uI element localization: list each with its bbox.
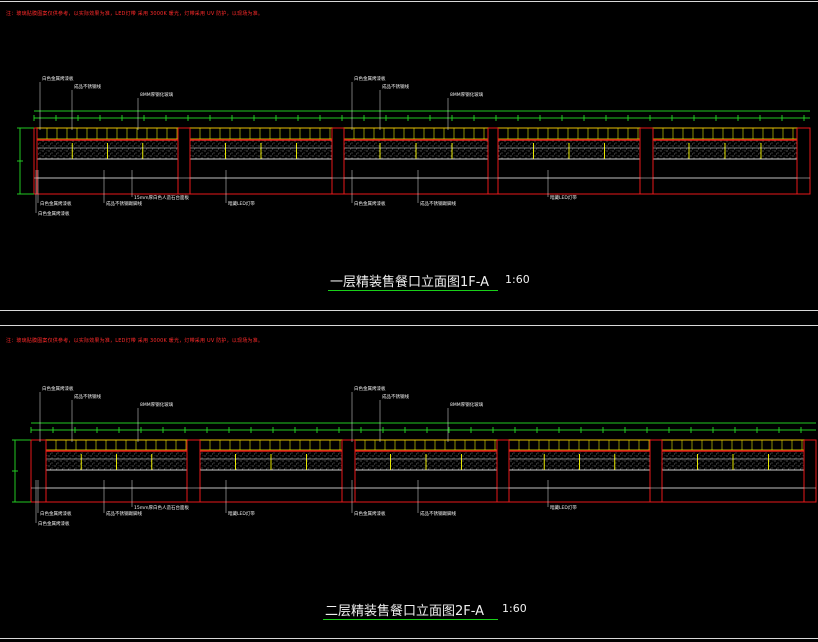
d2-label-bottom-5: 白色金属烤漆板 [354, 510, 386, 517]
d1-label-top-2: 成品不锈钢线 [74, 83, 101, 90]
d2-label-bottom-4: 暗藏LED灯带 [228, 510, 255, 517]
d2-label-top-2: 成品不锈钢线 [74, 393, 101, 400]
d1-label-bottom-4: 暗藏LED灯带 [228, 200, 255, 207]
d2-label-top-5: 成品不锈钢线 [382, 393, 409, 400]
d2-label-bottom-2: 成品不锈钢踢脚线 [106, 510, 142, 517]
elevation-svg: 白色金属烤漆板成品不锈钢线8MM厚钢化玻璃白色金属烤漆板成品不锈钢线8MM厚钢化… [12, 75, 817, 527]
d2-panel-2-cabinet [199, 469, 343, 489]
d1-label-top-5: 成品不锈钢线 [382, 83, 409, 90]
d2-panel-1-cabinet [45, 469, 188, 489]
d1-label-bottom-7: 暗藏LED灯带 [550, 194, 577, 201]
d2-panel-2-glazing-band [199, 439, 343, 451]
d2-label-bottom-6: 成品不锈钢踢脚线 [420, 510, 456, 517]
d1-label-bottom-2: 成品不锈钢踢脚线 [106, 200, 142, 207]
d1-label-bottom-3: 15mm厚白色人造石台面板 [134, 194, 189, 201]
d1-panel-5-glazing-band [652, 127, 798, 140]
d2-panel-5-glazing-band [661, 439, 805, 451]
d2-panel-5-cabinet [661, 469, 805, 489]
d1-label-bottom-5: 白色金属烤漆板 [354, 200, 386, 207]
d1-panel-2-cabinet [189, 158, 333, 179]
d2-panel-3-glazing-band [354, 439, 498, 451]
d1-panel-4-glazing-band [497, 127, 641, 140]
d2-label-bottom-7: 暗藏LED灯带 [550, 504, 577, 511]
d1-panel-5-cabinet [652, 158, 798, 179]
d2-panel-3-cabinet [354, 469, 498, 489]
d2-label-top-1: 白色金属烤漆板 [42, 385, 74, 392]
d1-label-bottom-1: 白色金属烤漆板 [40, 200, 72, 207]
d1-label-top-1: 白色金属烤漆板 [42, 75, 74, 82]
d2-label-bottom-1: 白色金属烤漆板 [40, 510, 72, 517]
d1-panel-2-glazing-band [189, 127, 333, 140]
d2-label-top-4: 白色金属烤漆板 [354, 385, 386, 392]
cad-drawing-sheet: 注：玻璃贴膜图案仅供参考，以实际效果为准，LED灯带 采用 3000K 暖光，灯… [0, 0, 818, 642]
d1-panel-4-cabinet [497, 158, 641, 179]
d2-label-top-6: 8MM厚钢化玻璃 [450, 401, 484, 408]
d2-label-bottom-3: 15mm厚白色人造石台面板 [134, 504, 189, 511]
d1-label-top-3: 8MM厚钢化玻璃 [140, 91, 174, 98]
d1-label-bottom-8: 白色金属烤漆板 [38, 210, 70, 217]
d1-panel-3-cabinet [343, 158, 489, 179]
d1-outer-outline [33, 127, 811, 195]
d1-label-top-4: 白色金属烤漆板 [354, 75, 386, 82]
d2-label-top-3: 8MM厚钢化玻璃 [140, 401, 174, 408]
d1-panel-1-cabinet [36, 158, 179, 179]
d2-outer-outline [30, 439, 817, 503]
d1-label-top-6: 8MM厚钢化玻璃 [450, 91, 484, 98]
d1-panel-3-glazing-band [343, 127, 489, 140]
d2-panel-4-cabinet [508, 469, 651, 489]
d2-label-bottom-8: 白色金属烤漆板 [38, 520, 70, 527]
d1-label-bottom-6: 成品不锈钢踢脚线 [420, 200, 456, 207]
